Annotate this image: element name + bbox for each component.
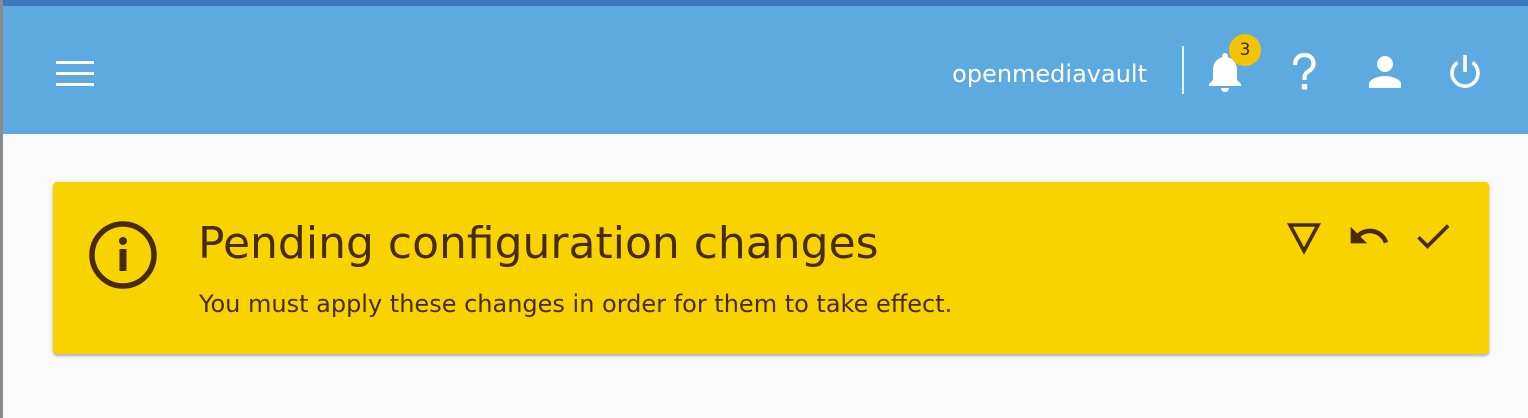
undo-icon: [1350, 226, 1389, 244]
power-button[interactable]: [1441, 48, 1489, 96]
notifications-button[interactable]: 3: [1201, 34, 1261, 96]
filter-triangle-icon: [1286, 223, 1322, 255]
help-icon: [1292, 52, 1316, 90]
account-icon: [1369, 56, 1401, 88]
check-icon: [1417, 224, 1450, 249]
notification-count-badge: 3: [1229, 34, 1261, 66]
top-toolbar: openmediavault 3: [3, 6, 1528, 134]
undo-changes-button[interactable]: [1347, 214, 1391, 258]
user-button[interactable]: [1361, 48, 1409, 96]
power-icon: [1450, 55, 1480, 88]
banner-title: Pending configuration changes: [198, 218, 879, 269]
info-icon: [87, 219, 159, 291]
menu-button[interactable]: [51, 50, 99, 98]
menu-icon: [56, 61, 94, 86]
help-button[interactable]: [1280, 48, 1328, 96]
apply-changes-button[interactable]: [1411, 214, 1455, 258]
app-window: openmediavault 3 Pending configuration c…: [0, 0, 1528, 418]
hostname-label: openmediavault: [952, 60, 1147, 88]
show-changes-button[interactable]: [1282, 214, 1326, 258]
banner-message: You must apply these changes in order fo…: [199, 290, 953, 318]
pending-changes-banner: Pending configuration changes You must a…: [53, 182, 1489, 354]
toolbar-divider: [1182, 46, 1184, 94]
